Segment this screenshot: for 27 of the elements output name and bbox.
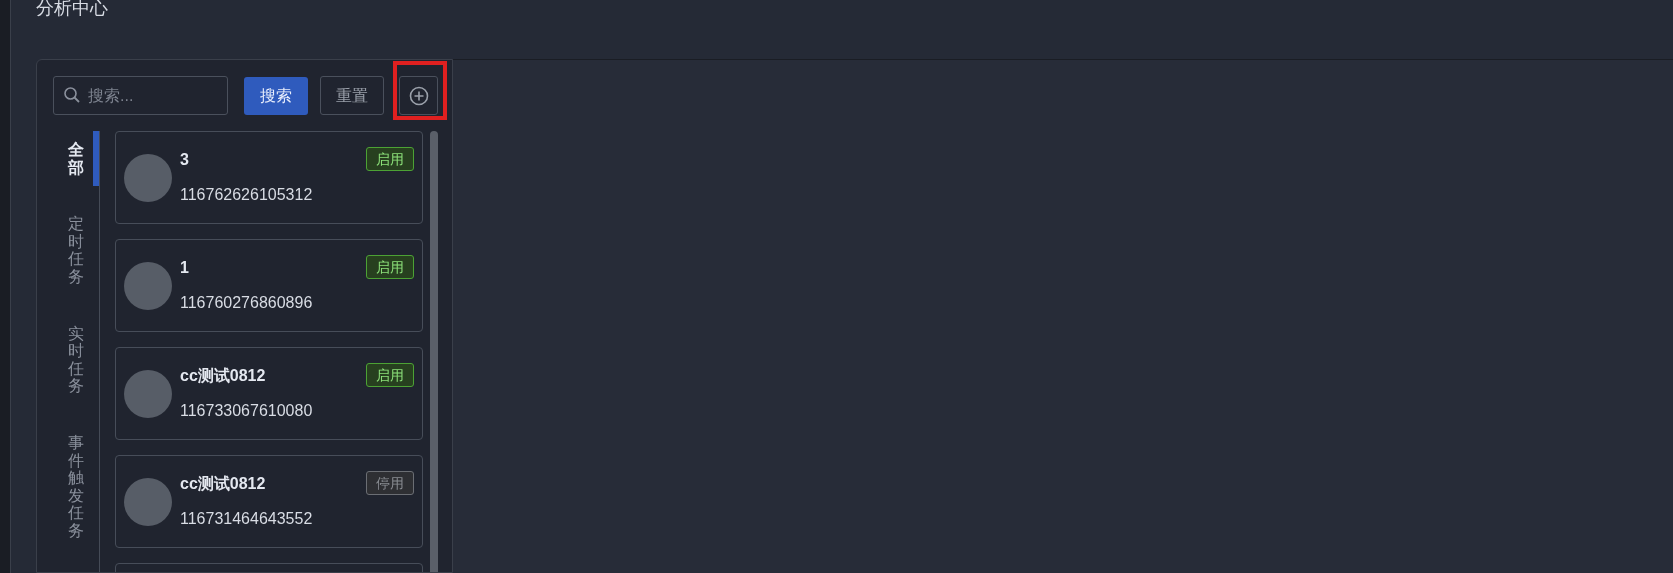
reset-button[interactable]: 重置 bbox=[320, 76, 384, 115]
task-name: cc测试0812 bbox=[180, 367, 267, 385]
status-tag: 启用 bbox=[366, 147, 414, 171]
task-name: cc测试0812 bbox=[180, 475, 267, 493]
category-tab[interactable]: 事件触发任务 bbox=[59, 423, 99, 550]
category-tab[interactable]: 定时任务 bbox=[59, 205, 99, 296]
add-button[interactable] bbox=[399, 76, 438, 115]
status-tag: 停用 bbox=[366, 471, 414, 495]
scrollbar[interactable] bbox=[430, 131, 438, 572]
task-card[interactable]: cc测试0812 116733067610080 启用 bbox=[115, 347, 423, 440]
task-id: 116731464643552 bbox=[180, 510, 313, 528]
task-name: 3 bbox=[180, 151, 190, 169]
task-card[interactable]: cc测试0812 116731464643552 停用 bbox=[115, 455, 423, 548]
search-field[interactable]: 搜索... bbox=[53, 76, 228, 115]
status-tag: 启用 bbox=[366, 255, 414, 279]
plus-circle-icon bbox=[408, 85, 429, 106]
task-card[interactable]: 1 116760276860896 启用 bbox=[115, 239, 423, 332]
task-card[interactable]: 3 116762626105312 启用 bbox=[115, 131, 423, 224]
search-icon bbox=[63, 86, 81, 104]
task-id: 116760276860896 bbox=[180, 294, 313, 312]
task-id: 116762626105312 bbox=[180, 186, 313, 204]
category-tab[interactable]: 全部 bbox=[59, 131, 99, 187]
task-id: 116733067610080 bbox=[180, 402, 313, 420]
task-name: 1 bbox=[180, 259, 190, 277]
status-tag: 启用 bbox=[366, 363, 414, 387]
category-tab[interactable]: 实时任务 bbox=[59, 314, 99, 405]
search-button[interactable]: 搜索 bbox=[244, 76, 308, 115]
